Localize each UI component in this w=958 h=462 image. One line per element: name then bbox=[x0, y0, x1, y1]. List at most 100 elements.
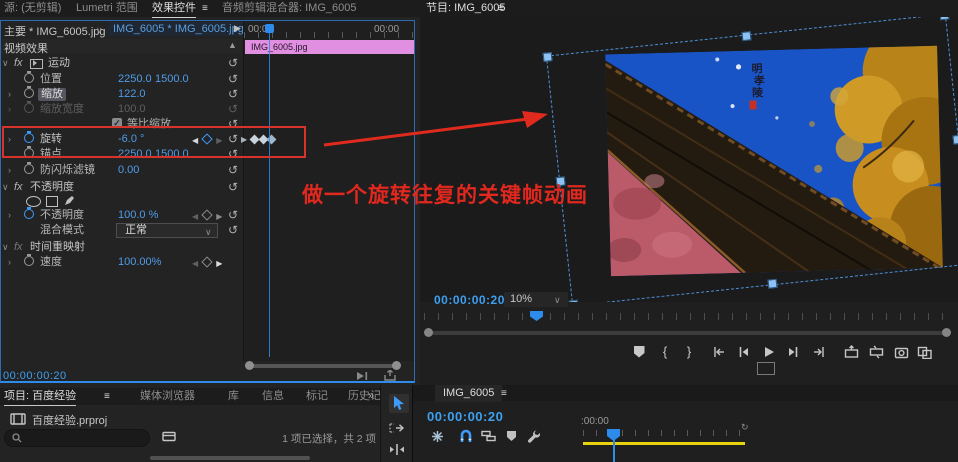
ec-zoom-scrollbar[interactable] bbox=[250, 364, 396, 368]
speed-row[interactable]: › 速度 100.00% ◀ ▶ bbox=[0, 255, 242, 270]
lift-button[interactable] bbox=[840, 344, 862, 359]
program-zoom-select[interactable]: 10% ∨ bbox=[504, 292, 568, 307]
prev-keyframe-icon[interactable]: ◀ bbox=[192, 259, 198, 268]
bbox-handle-top-mid[interactable] bbox=[742, 31, 752, 41]
work-area-bar[interactable] bbox=[583, 442, 745, 445]
next-keyframe-icon[interactable]: ▶ bbox=[216, 259, 222, 268]
reset-icon[interactable]: ↺ bbox=[228, 181, 238, 194]
expander-icon[interactable]: ∨ bbox=[2, 57, 9, 70]
master-clip-label[interactable]: 主要 * IMG_6005.jpg bbox=[4, 23, 106, 39]
scale-row[interactable]: › 缩放 122.0 ↺ bbox=[0, 87, 242, 102]
bbox-handle-bottom-left[interactable] bbox=[569, 300, 579, 302]
tab-history[interactable]: 历史记 bbox=[348, 388, 380, 405]
ec-zoom-handle-left[interactable] bbox=[245, 361, 254, 370]
opacity-value[interactable]: 100.0 % bbox=[118, 209, 158, 222]
program-scrollbar-track[interactable] bbox=[426, 331, 950, 335]
expander-icon[interactable]: ∨ bbox=[2, 241, 9, 254]
expander-icon[interactable]: › bbox=[8, 209, 11, 222]
pen-mask-icon[interactable] bbox=[64, 195, 75, 206]
ripple-edit-tool[interactable] bbox=[388, 443, 406, 456]
next-keyframe-icon[interactable]: ▶ bbox=[216, 212, 222, 221]
add-marker-icon[interactable] bbox=[507, 431, 516, 441]
step-back-button[interactable] bbox=[733, 344, 755, 359]
collapse-section-icon[interactable]: ▲ bbox=[228, 40, 237, 50]
bbox-handle-mid-right[interactable] bbox=[953, 135, 958, 145]
project-hscrollbar[interactable] bbox=[150, 456, 310, 460]
ec-zoom-handle-right[interactable] bbox=[392, 361, 401, 370]
time-remap-group-row[interactable]: ∨ fx 时间重映射 bbox=[0, 240, 242, 255]
reset-icon[interactable]: ↺ bbox=[228, 88, 238, 101]
export-icon[interactable] bbox=[384, 370, 396, 381]
tab-lumetri-scopes[interactable]: Lumetri 范围 bbox=[76, 0, 138, 17]
program-timecode[interactable]: 00:00:00:20 bbox=[434, 293, 505, 307]
nest-sequence-icon[interactable] bbox=[431, 430, 444, 443]
add-marker-button[interactable] bbox=[628, 344, 650, 359]
keyframe-navigator[interactable]: ◀ ▶ bbox=[192, 257, 222, 270]
panel-menu-icon[interactable]: ≡ bbox=[202, 0, 208, 17]
tab-program-monitor[interactable]: 节目: IMG_6005 bbox=[426, 0, 505, 17]
tab-media-browser[interactable]: 媒体浏览器 bbox=[140, 388, 195, 405]
stopwatch-icon[interactable] bbox=[24, 256, 34, 266]
step-forward-button[interactable] bbox=[782, 344, 804, 359]
linked-selection-icon[interactable] bbox=[481, 430, 496, 442]
sequence-clip-label[interactable]: IMG_6005 * IMG_6005.jpg bbox=[108, 22, 249, 36]
tab-info[interactable]: 信息 bbox=[262, 388, 284, 405]
tab-source-monitor[interactable]: 源: (无剪辑) bbox=[4, 0, 61, 17]
timeline-settings-wrench-icon[interactable] bbox=[527, 429, 541, 443]
snap-icon[interactable] bbox=[459, 429, 473, 443]
blend-mode-row[interactable]: 混合模式 正常 ∨ ↺ bbox=[0, 223, 242, 238]
tab-markers[interactable]: 标记 bbox=[306, 388, 328, 405]
timeline-playhead-head[interactable] bbox=[607, 429, 620, 441]
ellipse-mask-icon[interactable] bbox=[26, 196, 41, 207]
tab-overflow-icon[interactable]: » bbox=[368, 388, 374, 405]
list-view-icon[interactable] bbox=[162, 431, 176, 442]
scale-value[interactable]: 122.0 bbox=[118, 88, 146, 101]
add-keyframe-icon[interactable] bbox=[202, 209, 213, 220]
track-select-tool[interactable] bbox=[389, 422, 405, 434]
bbox-handle-top-left[interactable] bbox=[543, 52, 553, 62]
tab-effect-controls[interactable]: 效果控件 bbox=[152, 0, 196, 18]
panel-menu-icon[interactable]: ≡ bbox=[498, 0, 504, 17]
reset-icon[interactable]: ↺ bbox=[228, 224, 238, 237]
expander-icon[interactable]: › bbox=[8, 88, 11, 101]
project-file-name[interactable]: 百度经验.prproj bbox=[32, 412, 107, 428]
position-y-value[interactable]: 1500.0 bbox=[155, 73, 189, 86]
program-scrollbar-handle-right[interactable] bbox=[942, 328, 951, 337]
mark-in-button[interactable]: { bbox=[654, 344, 676, 359]
program-scrollbar-handle-left[interactable] bbox=[424, 328, 433, 337]
comparison-view-button[interactable] bbox=[913, 344, 935, 359]
play-only-icon[interactable] bbox=[356, 371, 368, 381]
position-x-value[interactable]: 2250.0 bbox=[118, 73, 152, 86]
antiflicker-row[interactable]: › 防闪烁滤镜 0.00 ↺ bbox=[0, 163, 242, 178]
ec-clip-bar[interactable]: IMG_6005.jpg bbox=[245, 40, 415, 54]
export-frame-button[interactable] bbox=[890, 344, 912, 359]
safe-margins-button[interactable] bbox=[757, 362, 775, 375]
bbox-handle-bottom-mid[interactable] bbox=[768, 279, 778, 289]
extract-button[interactable] bbox=[865, 344, 887, 359]
stopwatch-icon[interactable] bbox=[24, 88, 34, 98]
stopwatch-icon[interactable] bbox=[24, 164, 34, 174]
position-row[interactable]: 位置 2250.0 1500.0 ↺ bbox=[0, 72, 242, 87]
play-button[interactable] bbox=[758, 344, 780, 359]
expander-icon[interactable]: › bbox=[8, 256, 11, 269]
motion-group-row[interactable]: ∨ fx 运动 ↺ bbox=[0, 56, 242, 71]
go-to-out-button[interactable] bbox=[808, 344, 830, 359]
reset-icon[interactable]: ↺ bbox=[228, 73, 238, 86]
reset-icon[interactable]: ↺ bbox=[228, 209, 238, 222]
tab-audio-clip-mixer[interactable]: 音频剪辑混合器: IMG_6005 bbox=[222, 0, 356, 17]
chevron-down-icon[interactable]: ∨ bbox=[96, 25, 103, 36]
go-to-in-button[interactable] bbox=[708, 344, 730, 359]
rect-mask-icon[interactable] bbox=[46, 196, 58, 207]
search-input[interactable] bbox=[4, 429, 150, 447]
stopwatch-icon[interactable] bbox=[24, 73, 34, 83]
expander-icon[interactable]: ∨ bbox=[2, 181, 9, 194]
clip-bounding-box[interactable] bbox=[546, 17, 958, 302]
blend-mode-select[interactable]: 正常 ∨ bbox=[116, 223, 218, 238]
ec-playhead-line[interactable] bbox=[269, 27, 270, 357]
opacity-group-row[interactable]: ∨ fx 不透明度 ↺ bbox=[0, 180, 242, 195]
reset-icon[interactable]: ↺ bbox=[228, 57, 238, 70]
expander-icon[interactable]: › bbox=[8, 164, 11, 177]
opacity-row[interactable]: › 不透明度 100.0 % ◀ ▶ ↺ bbox=[0, 208, 242, 223]
stopwatch-icon-active[interactable] bbox=[24, 209, 34, 219]
prev-keyframe-icon[interactable]: ◀ bbox=[192, 212, 198, 221]
